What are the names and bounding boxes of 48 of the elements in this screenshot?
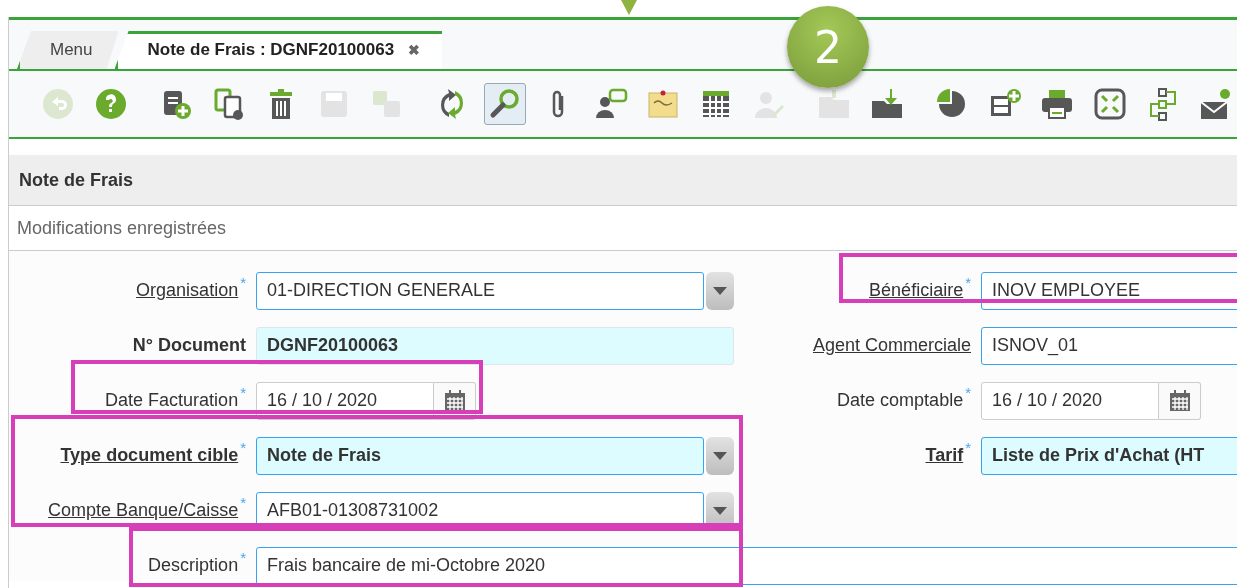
field-label-link[interactable]: Tarif: [925, 445, 964, 466]
input-field[interactable]: Liste de Prix d'Achat (HT: [981, 436, 1237, 475]
required-mark: *: [965, 274, 971, 291]
tab[interactable]: Menu: [17, 31, 119, 69]
input-field[interactable]: ISNOV_01: [981, 326, 1237, 365]
field-label-link[interactable]: Agent Commerciale: [812, 335, 971, 356]
field-label: N° Document: [132, 335, 246, 356]
field-label-link[interactable]: Compte Banque/Caisse: [48, 500, 239, 521]
user-mail-icon: [1198, 87, 1233, 121]
section-title: Note de Frais: [19, 169, 134, 191]
required-mark: *: [965, 384, 971, 401]
field-label-link[interactable]: Type document cible: [60, 445, 239, 466]
dropdown-button[interactable]: [706, 436, 734, 475]
input-field[interactable]: DGNF20100063: [256, 326, 734, 365]
required-mark: *: [965, 439, 971, 456]
user-chat-icon: [593, 87, 628, 121]
calendar-icon: [443, 389, 466, 412]
field-label: Description: [148, 555, 239, 576]
calendar-button[interactable]: [1159, 381, 1201, 420]
required-mark: *: [240, 494, 246, 511]
close-icon[interactable]: ✖: [408, 42, 421, 58]
field-label: Date comptable: [837, 390, 964, 411]
required-mark: *: [240, 384, 246, 401]
field-label: Date Facturation: [105, 390, 239, 411]
status-message: Modifications enregistrées: [17, 217, 227, 239]
input-field[interactable]: Frais bancaire de mi-Octobre 2020: [256, 546, 1237, 585]
required-mark: *: [240, 549, 246, 566]
tab[interactable]: Note de Frais : DGNF20100063 ✖: [114, 31, 443, 69]
caret-icon: [713, 286, 727, 295]
pointer-triangle-icon: [621, 0, 637, 15]
field-label-link[interactable]: Bénéficiaire: [869, 280, 964, 301]
caret-icon: [713, 451, 727, 460]
required-mark: *: [240, 439, 246, 456]
calendar-icon: [1168, 389, 1191, 412]
folder-icon: [816, 87, 851, 121]
folder-download-icon: [869, 87, 904, 121]
date-field[interactable]: 16 / 10 / 2020: [981, 381, 1159, 420]
caret-icon: [713, 506, 727, 515]
undo-icon: [40, 87, 75, 121]
required-mark: *: [240, 274, 246, 291]
dropdown-field[interactable]: 01-DIRECTION GENERALE: [256, 271, 704, 310]
dropdown-button[interactable]: [706, 271, 734, 310]
fullscreen-icon: [1093, 87, 1128, 121]
help-icon: [93, 87, 128, 121]
dropdown-field[interactable]: Note de Frais: [256, 436, 704, 475]
field-label-link[interactable]: Organisation: [136, 280, 239, 301]
toolbar-button[interactable]: [483, 83, 526, 125]
printer-icon: [1040, 87, 1075, 121]
